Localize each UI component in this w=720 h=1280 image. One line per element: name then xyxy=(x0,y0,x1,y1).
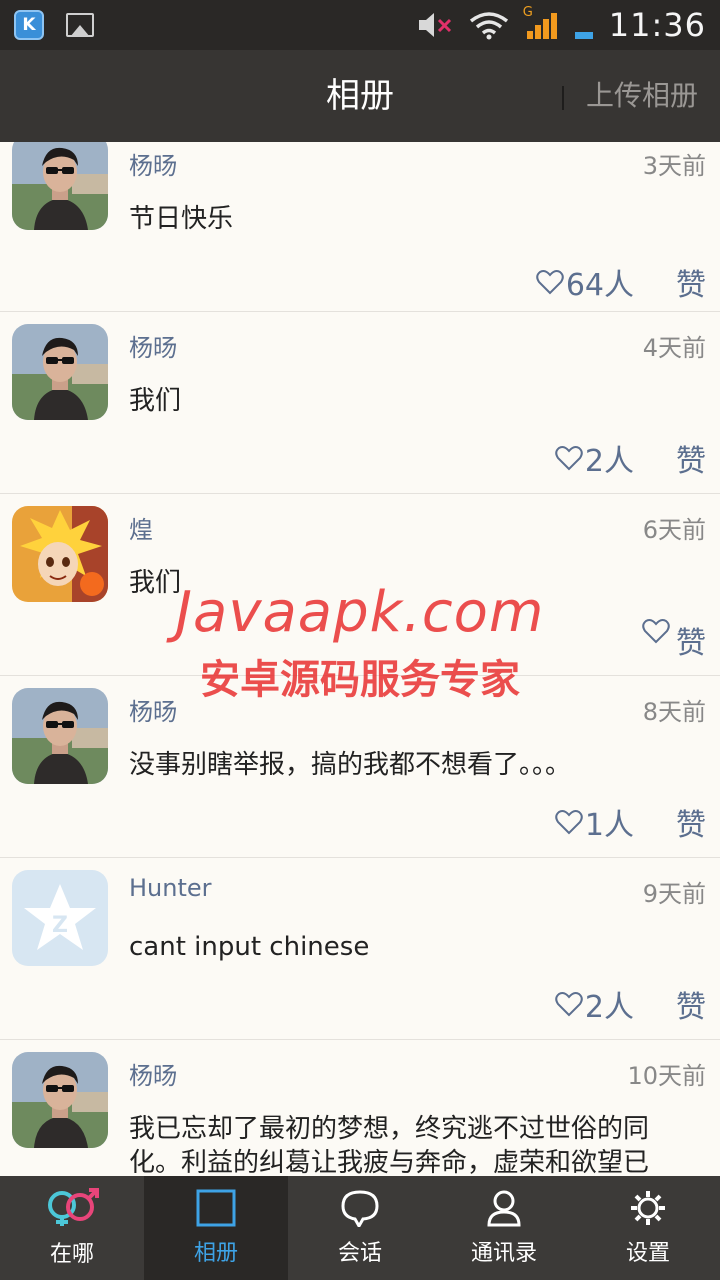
avatar[interactable] xyxy=(12,324,108,420)
nav-item-album[interactable]: 相册 xyxy=(144,1176,288,1280)
avatar[interactable] xyxy=(12,506,108,602)
post-time: 6天前 xyxy=(642,516,706,544)
author-name[interactable]: 杨旸 xyxy=(129,328,177,363)
author-name[interactable]: 煌 xyxy=(129,510,153,545)
post-text: 我已忘却了最初的梦想，终究逃不过世俗的同化。利益的纠葛让我疲与奔命，虚荣和欲望已 xyxy=(129,1114,650,1176)
nav-item-settings[interactable]: 设置 xyxy=(576,1176,720,1280)
author-name[interactable]: 杨旸 xyxy=(129,146,177,181)
heart-outline-icon xyxy=(555,992,583,1017)
like-button[interactable]: 赞 xyxy=(676,800,706,844)
feed-item[interactable]: Z Hunter 9天前 cant input chinese 2人 赞 xyxy=(0,858,720,1040)
post-time: 10天前 xyxy=(627,1062,706,1090)
author-name[interactable]: 杨旸 xyxy=(129,1056,177,1091)
like-count-text: 2人 xyxy=(584,990,634,1025)
header-divider xyxy=(562,86,564,110)
like-count-text: 64人 xyxy=(565,268,634,303)
wifi-icon xyxy=(469,12,508,40)
image-notification-icon xyxy=(66,13,94,37)
svg-text:Z: Z xyxy=(52,913,68,938)
nav-label: 会话 xyxy=(337,1241,382,1266)
nav-item-location[interactable]: 在哪 xyxy=(0,1176,144,1280)
gear-icon xyxy=(631,1191,665,1225)
post-text: 没事别瞎举报，搞的我都不想看了。。。 xyxy=(129,750,572,780)
post-time: 3天前 xyxy=(642,152,706,180)
nav-label: 在哪 xyxy=(49,1242,94,1267)
bottom-nav: 在哪 相册 会话 通讯录 设置 xyxy=(0,1176,720,1280)
heart-outline-icon xyxy=(555,446,583,471)
feed-item[interactable]: 杨旸 4天前 我们 2人 赞 xyxy=(0,312,720,494)
author-name[interactable]: 杨旸 xyxy=(129,692,177,727)
heart-outline-icon xyxy=(536,270,564,295)
like-count: 1人 xyxy=(555,800,634,844)
signal-icon: G xyxy=(523,5,559,41)
nav-label: 设置 xyxy=(625,1241,670,1266)
like-count-text: 2人 xyxy=(584,444,634,479)
like-button[interactable]: 赞 xyxy=(676,260,706,304)
app-notification-icon: K xyxy=(14,10,44,40)
battery-icon xyxy=(574,32,593,39)
post-text: 我们 xyxy=(129,568,182,598)
album-feed[interactable]: 杨旸 3天前 节日快乐 64人 赞 杨旸 4天前 我们 2人 赞 煌 6天前 我… xyxy=(0,142,720,1176)
nav-label: 相册 xyxy=(193,1241,238,1266)
feed-item[interactable]: 煌 6天前 我们 赞 xyxy=(0,494,720,676)
like-button[interactable]: 赞 xyxy=(676,436,706,480)
contacts-icon xyxy=(487,1190,521,1227)
avatar[interactable]: Z xyxy=(12,870,108,966)
feed-item[interactable]: 杨旸 3天前 节日快乐 64人 赞 xyxy=(0,142,720,312)
avatar[interactable] xyxy=(12,142,108,230)
like-count: 2人 xyxy=(555,982,634,1026)
chat-bubble-icon xyxy=(341,1190,379,1227)
post-text: 节日快乐 xyxy=(129,204,234,234)
post-text: cant input chinese xyxy=(129,932,370,962)
album-icon xyxy=(196,1189,236,1227)
feed-item[interactable]: 杨旸 10天前 我已忘却了最初的梦想，终究逃不过世俗的同化。利益的纠葛让我疲与奔… xyxy=(0,1040,720,1176)
like-count xyxy=(642,618,672,644)
heart-outline-icon xyxy=(642,619,670,644)
post-time: 4天前 xyxy=(642,334,706,362)
nav-item-chat[interactable]: 会话 xyxy=(288,1176,432,1280)
nav-label: 通讯录 xyxy=(470,1241,537,1266)
upload-album-button[interactable]: 上传相册 xyxy=(586,50,698,142)
avatar[interactable] xyxy=(12,1052,108,1148)
author-name[interactable]: Hunter xyxy=(129,874,212,902)
like-button[interactable]: 赞 xyxy=(676,618,706,662)
post-text: 我们 xyxy=(129,386,182,416)
clock: 11:36 xyxy=(608,6,706,44)
app-header: 相册 上传相册 xyxy=(0,50,720,142)
feed-item[interactable]: 杨旸 8天前 没事别瞎举报，搞的我都不想看了。。。 1人 赞 xyxy=(0,676,720,858)
like-count: 64人 xyxy=(536,260,634,304)
heart-outline-icon xyxy=(555,810,583,835)
nav-item-contacts[interactable]: 通讯录 xyxy=(432,1176,576,1280)
like-button[interactable]: 赞 xyxy=(676,982,706,1026)
like-count-text: 1人 xyxy=(584,808,634,843)
like-count: 2人 xyxy=(555,436,634,480)
post-time: 8天前 xyxy=(642,698,706,726)
status-bar: K G 11:36 xyxy=(0,0,720,50)
mute-icon xyxy=(418,13,451,37)
post-time: 9天前 xyxy=(642,880,706,908)
avatar[interactable] xyxy=(12,688,108,784)
gender-icon xyxy=(48,1188,99,1226)
